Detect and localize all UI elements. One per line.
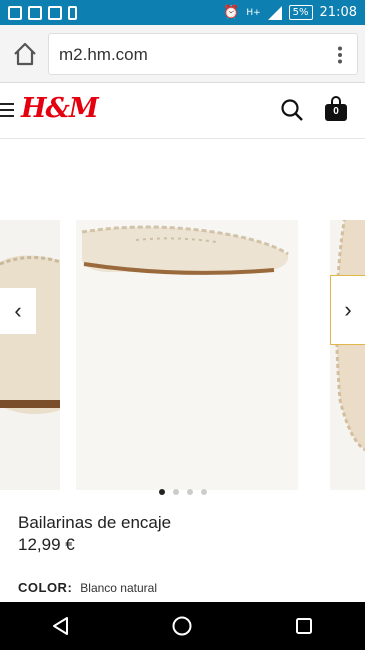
carousel-dot[interactable]	[172, 489, 179, 495]
product-price: 12,99 €	[18, 535, 75, 554]
color-value: Blanco natural	[80, 581, 157, 595]
site-header: H&M 0	[0, 83, 365, 139]
android-navigation-bar	[0, 602, 365, 650]
carousel-dot[interactable]	[200, 489, 207, 495]
browser-toolbar: m2.hm.com	[0, 25, 365, 83]
network-type: H+	[246, 7, 261, 18]
home-circle-icon	[172, 616, 192, 636]
chevron-right-icon: ›	[344, 297, 352, 322]
search-icon[interactable]	[280, 98, 304, 122]
carousel-next-button[interactable]: ›	[330, 275, 365, 345]
home-nav-button[interactable]	[162, 606, 202, 646]
carousel-dot[interactable]	[186, 489, 193, 495]
hm-logo[interactable]: H&M	[21, 93, 99, 124]
carousel-previous-button[interactable]: ‹	[0, 288, 36, 334]
color-label: COLOR:	[18, 580, 73, 595]
image-notification-icon	[28, 5, 42, 20]
recents-icon	[296, 618, 313, 634]
video-notification-icon	[48, 5, 62, 20]
signal-icon	[267, 5, 282, 20]
product-title: Bailarinas de encaje	[18, 513, 172, 532]
next-slide-image	[330, 220, 365, 490]
url-bar[interactable]: m2.hm.com	[48, 33, 358, 75]
color-selector: COLOR: Blanco natural	[18, 580, 157, 595]
product-main-image	[76, 220, 298, 490]
home-icon[interactable]	[12, 41, 38, 67]
bag-count: 0	[333, 106, 339, 117]
back-icon	[52, 617, 68, 635]
more-options-icon[interactable]	[337, 46, 343, 64]
recents-button[interactable]	[284, 606, 324, 646]
shopping-bag-button[interactable]: 0	[324, 96, 348, 122]
menu-icon[interactable]	[0, 103, 14, 119]
previous-slide-image	[0, 220, 60, 490]
chevron-left-icon: ‹	[14, 298, 22, 323]
battery-indicator: 5%	[288, 5, 313, 20]
status-bar: ⏰ H+ 5% 21:08	[0, 0, 365, 25]
carousel-pagination	[0, 489, 365, 495]
url-text: m2.hm.com	[59, 45, 148, 64]
notification-icons	[0, 5, 77, 20]
carousel-dot[interactable]	[158, 489, 165, 495]
alarm-icon: ⏰	[223, 5, 240, 20]
product-image-carousel[interactable]: ‹ ›	[0, 140, 365, 500]
clock: 21:08	[319, 5, 357, 20]
phone-notification-icon	[68, 5, 77, 20]
back-button[interactable]	[41, 606, 81, 646]
app-notification-icon	[8, 5, 22, 20]
